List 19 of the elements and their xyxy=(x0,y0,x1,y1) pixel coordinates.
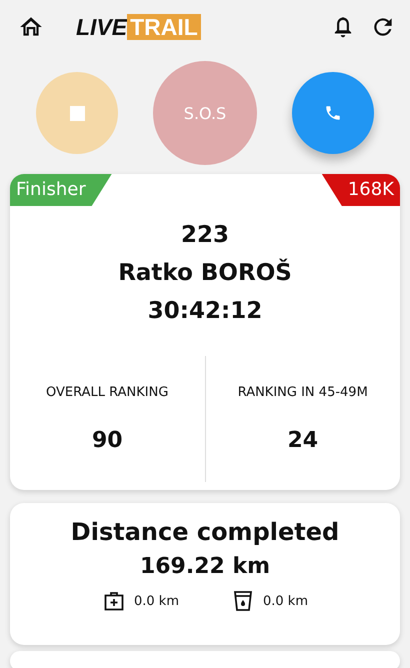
phone-icon xyxy=(324,104,342,122)
status-tag: Finisher xyxy=(10,174,112,206)
call-button[interactable] xyxy=(292,72,374,154)
cup-icon xyxy=(231,589,255,613)
finish-time: 30:42:12 xyxy=(148,297,262,326)
sos-button[interactable]: S.O.S xyxy=(153,61,257,165)
first-aid-icon xyxy=(102,589,126,613)
distance-reading: 0.0 km xyxy=(263,594,308,608)
logo: LIVETRAIL xyxy=(76,14,201,40)
ranking-label: OVERALL RANKING xyxy=(46,385,168,400)
distance-title: Distance completed xyxy=(70,517,340,548)
bib-number: 223 xyxy=(180,221,229,250)
ranking-label: RANKING IN 45-49M xyxy=(238,385,368,400)
ranking-value: 24 xyxy=(287,428,318,453)
ranking-value: 90 xyxy=(92,428,123,453)
race-tag: 168K xyxy=(322,174,400,206)
distance-value: 169.22 km xyxy=(140,553,270,581)
distance-reading: 0.0 km xyxy=(134,594,179,608)
runner-name: Ratko BOROŠ xyxy=(118,258,292,288)
